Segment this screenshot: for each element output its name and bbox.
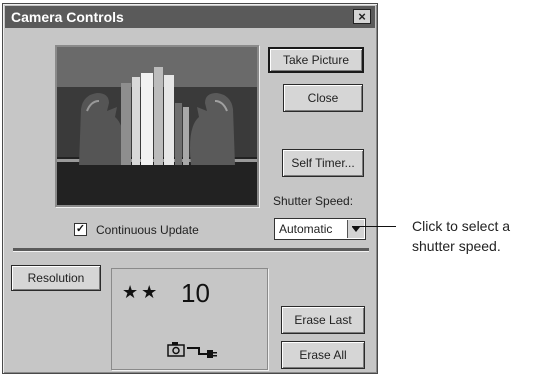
section-divider (13, 248, 369, 252)
continuous-update-checkbox[interactable]: ✓ (74, 223, 87, 236)
resolution-stars: ★★ (122, 282, 161, 302)
dropdown-arrow-icon[interactable] (347, 220, 364, 238)
close-icon[interactable]: × (353, 9, 371, 24)
callout-line-2: shutter speed. (412, 238, 501, 254)
erase-last-button[interactable]: Erase Last (281, 306, 365, 334)
shutter-speed-dropdown[interactable]: Automatic (274, 218, 366, 240)
self-timer-button[interactable]: Self Timer... (282, 149, 364, 177)
window-title: Camera Controls (11, 9, 124, 25)
shutter-speed-value: Automatic (279, 222, 333, 236)
callout-text: Click to select a shutter speed. (412, 216, 510, 256)
camera-icon (167, 342, 185, 357)
pictures-remaining-count: 10 (181, 278, 210, 308)
erase-all-button[interactable]: Erase All (281, 341, 365, 369)
camera-controls-window: Camera Controls × Take Picture Close Sel… (2, 3, 378, 374)
take-picture-button[interactable]: Take Picture (268, 47, 364, 73)
title-bar: Camera Controls × (5, 6, 375, 28)
shutter-speed-label: Shutter Speed: (273, 194, 354, 208)
continuous-update-label: Continuous Update (96, 223, 199, 237)
camera-preview (55, 45, 259, 207)
plug-icon (187, 347, 217, 358)
callout-line-1: Click to select a (412, 218, 511, 234)
close-button[interactable]: Close (283, 84, 363, 112)
callout-line (352, 226, 396, 227)
preview-image (57, 47, 257, 205)
resolution-button[interactable]: Resolution (11, 265, 101, 291)
camera-connection-icon (167, 342, 217, 358)
